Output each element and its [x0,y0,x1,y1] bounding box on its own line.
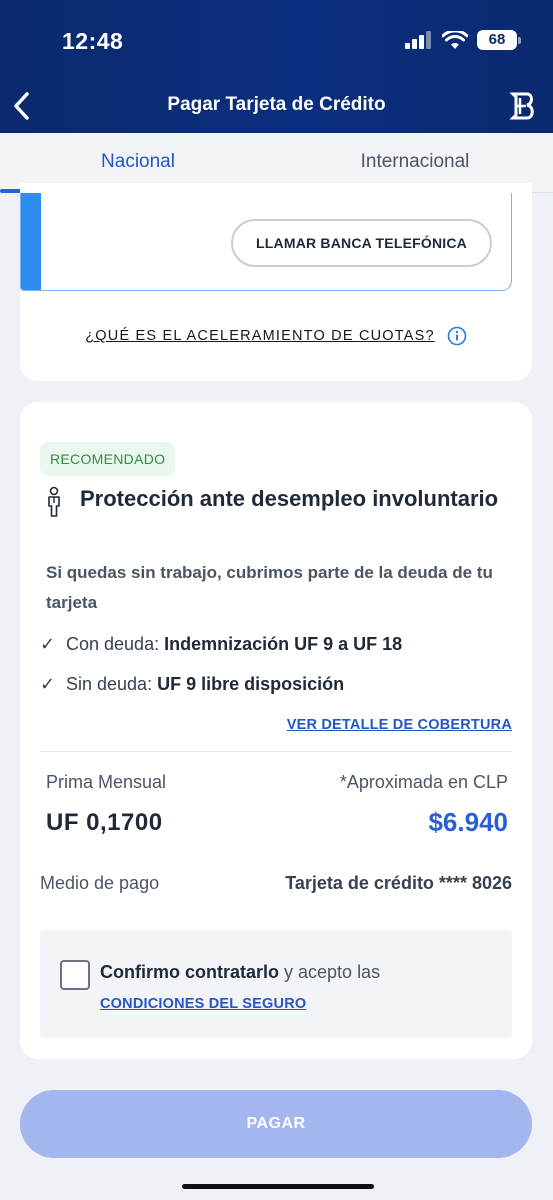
status-time: 12:48 [62,28,124,54]
bank-logo-icon [509,92,534,120]
coverage-value: Indemnización UF 9 a UF 18 [164,634,403,654]
page-title: Pagar Tarjeta de Crédito [167,94,386,115]
payment-method-label: Medio de pago [40,873,160,893]
coverage-item: ✓ Con deuda: Indemnización UF 9 a UF 18 [40,634,402,655]
confirm-text: Confirmo contratarlo y acepto las [100,962,380,983]
checkmark-icon: ✓ [40,674,56,694]
call-phone-banking-button[interactable]: LLAMAR BANCA TELEFÓNICA [231,219,492,267]
insurance-subtitle: Si quedas sin trabajo, cubrimos parte de… [46,563,493,612]
installments-card: LLAMAR BANCA TELEFÓNICA ¿QUÉ ES EL ACELE… [20,183,532,381]
wifi-icon [442,30,468,49]
acceleration-row: ¿QUÉ ES EL ACELERAMIENTO DE CUOTAS? [20,326,532,346]
pay-button[interactable]: PAGAR [20,1090,532,1158]
divider [40,751,512,752]
app-header: 12:48 68 Pagar Tarjeta de Crédito [0,0,553,133]
coverage-value: UF 9 libre disposición [157,674,345,694]
premium-label: Prima Mensual [46,772,167,792]
home-indicator [182,1184,374,1189]
insurance-conditions-link[interactable]: CONDICIONES DEL SEGURO [100,996,306,1012]
battery-icon: 68 [477,30,521,50]
recommended-badge: RECOMENDADO [40,442,176,476]
acceleration-link[interactable]: ¿QUÉ ES EL ACELERAMIENTO DE CUOTAS? [85,328,435,344]
info-box: LLAMAR BANCA TELEFÓNICA [20,193,512,291]
person-icon [48,486,60,517]
confirm-box: Confirmo contratarlo y acepto las CONDIC… [40,930,512,1038]
confirm-text-bold: Confirmo contratarlo [100,962,280,982]
checkmark-icon: ✓ [40,634,56,654]
payment-method-value: Tarjeta de crédito **** 8026 [285,873,512,893]
info-stripe [21,193,41,290]
coverage-detail-link[interactable]: VER DETALLE DE COBERTURA [287,717,512,733]
approx-value: $6.940 [428,807,508,837]
coverage-item: ✓ Sin deuda: UF 9 libre disposición [40,674,344,695]
confirm-checkbox[interactable] [60,960,90,990]
coverage-label: Con deuda: [66,634,160,654]
battery-level: 68 [488,31,506,48]
confirm-text-rest: y acepto las [279,962,381,982]
coverage-label: Sin deuda: [66,674,153,694]
insurance-title: Protección ante desempleo involuntario [80,486,499,511]
premium-value: UF 0,1700 [46,809,163,836]
signal-icon [405,31,431,49]
status-icons: 68 [405,30,521,50]
info-icon[interactable] [447,326,467,346]
insurance-card: RECOMENDADO Protección ante desempleo in… [20,402,532,1059]
approx-label: *Aproximada en CLP [339,772,508,792]
